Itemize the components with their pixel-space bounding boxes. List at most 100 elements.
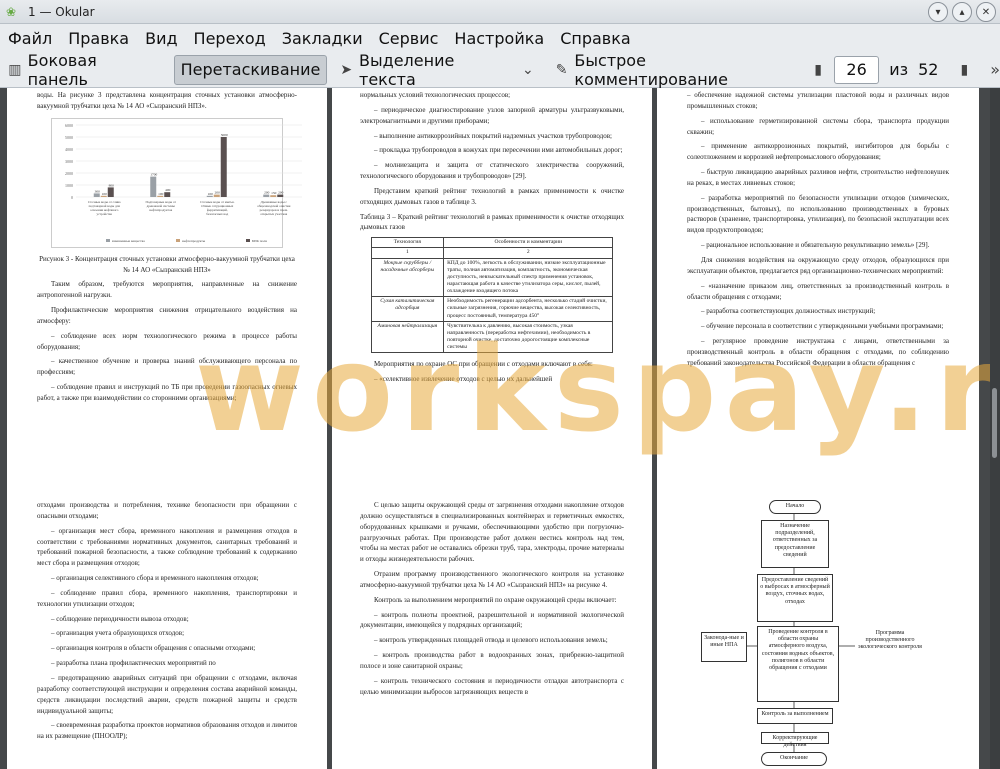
page-text: – контроль технического состояния и пери… — [360, 676, 624, 696]
minimize-icon[interactable]: ▾ — [928, 2, 948, 22]
page-text: – рациональное использование и обязатель… — [701, 241, 930, 250]
page-text: – соблюдение правил сбора, временного на… — [37, 588, 297, 608]
page-text: – организация селективного сбора и време… — [51, 574, 259, 583]
page-text: – контроль полноты проектной, разрешител… — [360, 610, 624, 630]
page-text: – предотвращению аварийных ситуаций при … — [37, 673, 297, 715]
total-pages: 52 — [918, 60, 939, 79]
table-cell: Необходимость регенерации адсорбента, не… — [443, 296, 614, 322]
figure-caption: Рисунок 3 - Концентрация сточных установ… — [39, 254, 295, 274]
table-cell: Аминовая нейтрализация — [370, 320, 445, 354]
sidebar-button[interactable]: ▥ Боковая панель — [0, 51, 166, 89]
page-text: – «назначение приказом лиц, ответственны… — [687, 281, 949, 301]
page-text: – прокладка трубопроводов в кожухах при … — [374, 146, 623, 155]
table-row: Аминовая нейтрализация Чувствительна к да… — [370, 320, 614, 354]
menu-file[interactable]: Файл — [0, 29, 60, 48]
data-label: 300 — [95, 189, 101, 193]
page-text: – качественное обучение и проверка знани… — [37, 357, 297, 377]
page-text: – организация учета образующихся отходов… — [51, 629, 185, 638]
page-text: – обучение персонала в соответствии с ут… — [701, 322, 944, 331]
flowchart-box: Предоставление сведений о выбросах в атм… — [757, 574, 833, 622]
toolbar-overflow-icon[interactable]: » — [990, 60, 1000, 79]
menu-tools[interactable]: Сервис — [371, 29, 447, 48]
menu-view[interactable]: Вид — [137, 29, 185, 48]
document-viewport[interactable]: воды. На рисунке 3 представлена концентр… — [0, 88, 1000, 769]
page-29: С целью защиты окружающей среды от загря… — [332, 470, 652, 769]
sidebar-label: Боковая панель — [27, 50, 97, 89]
page-text: Для снижения воздействия на окружающую с… — [687, 255, 949, 275]
y-tick-label: 6000 — [65, 123, 73, 128]
y-tick-label: 3000 — [65, 159, 73, 164]
page-text: – быструю ликвидацию аварийных разливов … — [687, 168, 949, 187]
x-tick-label: открытых участков — [260, 212, 287, 216]
bar — [164, 191, 171, 197]
table-cell: 1 — [370, 247, 445, 259]
quick-comment-button[interactable]: ✎ Быстрое комментирование — [547, 51, 807, 89]
page-text: Таким образом, требуются мероприятия, на… — [37, 280, 297, 300]
legend-swatch — [176, 238, 180, 242]
scrollbar-thumb[interactable] — [992, 388, 997, 458]
drag-tool-button[interactable]: Перетаскивание — [173, 54, 328, 85]
page-text: – соблюдение всех норм технологического … — [37, 331, 297, 351]
page-text: Профилактические мероприятия снижения от… — [37, 306, 297, 325]
page-text: Отразим программу производственного экол… — [360, 570, 624, 589]
y-tick-label: 5000 — [65, 135, 73, 140]
data-label: 100 — [102, 191, 108, 195]
legend-label: нефтепродукты — [182, 239, 206, 243]
flowchart-box: Проведение контроля в области охраны атм… — [757, 626, 839, 702]
legend-label: взвешенные вещества — [112, 239, 145, 243]
page-text: Представим краткий рейтинг технологий в … — [360, 186, 624, 206]
maximize-icon[interactable]: ▴ — [952, 2, 972, 22]
page-text: – обеспечение надежной системы утилизаци… — [687, 91, 949, 110]
table-cell: Мокрые скрубберы / насадочные абсорберы — [370, 257, 445, 298]
next-page-icon[interactable]: ▮ — [960, 62, 968, 78]
data-label: 200 — [264, 190, 270, 194]
flowchart-box: Назначение подразделений, ответственных … — [761, 520, 829, 568]
menu-bookmarks[interactable]: Закладки — [274, 29, 371, 48]
technology-table: Технология Особенности и комментарии 12 М… — [370, 237, 614, 354]
x-tick-label: устройства — [96, 212, 112, 216]
table-cell: КПД до 100%, легкость в обслуживании, ни… — [443, 257, 614, 298]
previous-page-icon[interactable]: ▮ — [814, 62, 822, 78]
table-title: Таблица 3 – Краткий рейтинг технологий в… — [360, 212, 624, 232]
data-label: 100 — [158, 191, 164, 195]
table-cell: 2 — [443, 247, 614, 259]
bar — [270, 194, 277, 197]
page-28: отходами производства и потребления, тех… — [7, 470, 327, 769]
menu-settings[interactable]: Настройка — [446, 29, 552, 48]
page-text: – «селективное извлечение отходов с цель… — [374, 375, 553, 384]
vertical-scrollbar[interactable] — [990, 88, 1000, 769]
data-label: 800 — [109, 183, 115, 187]
table-header: Технология — [370, 237, 445, 249]
sidebar-icon: ▥ — [8, 61, 22, 78]
quick-comment-label: Быстрое комментирование — [574, 50, 728, 89]
page-of-label: из — [889, 60, 909, 79]
bar — [213, 194, 220, 197]
bar — [93, 193, 100, 197]
main-toolbar: ▥ Боковая панель Перетаскивание ➤ Выделе… — [0, 51, 1000, 89]
bar — [150, 176, 157, 197]
flowchart-start: Начало — [769, 500, 821, 514]
bar — [100, 195, 107, 197]
window-titlebar: ❀ 1 — Okular ▾ ▴ ✕ — [0, 0, 1000, 24]
menu-help[interactable]: Справка — [552, 29, 639, 48]
menu-bar: Файл Правка Вид Переход Закладки Сервис … — [0, 24, 1000, 52]
page-text: – своевременная разработка проектов норм… — [37, 721, 297, 741]
cursor-icon: ➤ — [340, 61, 353, 78]
page-text: – контроль утвержденных площадей отвода … — [374, 636, 608, 645]
page-text: – молниезащита и защита от статического … — [360, 161, 624, 181]
legend-swatch — [106, 238, 110, 242]
bar — [277, 194, 284, 197]
menu-edit[interactable]: Правка — [60, 29, 137, 48]
table-cell: Чувствительна к давлению, высокая стоимо… — [443, 320, 614, 354]
bar — [220, 136, 227, 197]
page-text: – организация мест сбора, временного нак… — [37, 526, 297, 568]
text-select-button[interactable]: ➤ Выделение текста ⌄ — [331, 51, 546, 89]
menu-go[interactable]: Переход — [186, 29, 274, 48]
current-page-input[interactable]: 26 — [834, 55, 880, 84]
data-label: 100 — [208, 191, 214, 195]
table-cell: Сухая каталитическая адсорбция — [370, 296, 445, 322]
page-text: – соблюдение правил и инструкций по ТБ п… — [37, 383, 297, 402]
close-icon[interactable]: ✕ — [976, 2, 996, 22]
chevron-down-icon[interactable]: ⌄ — [519, 61, 537, 79]
page-30: Начало Назначение подразделений, ответст… — [657, 470, 979, 769]
